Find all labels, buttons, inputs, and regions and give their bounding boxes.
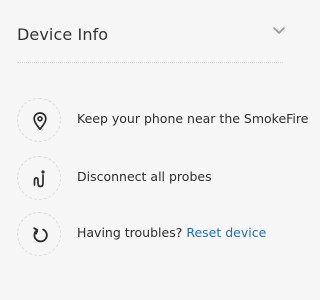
icon-badge [17, 156, 61, 200]
instruction-text: Having troubles? Reset device [77, 225, 266, 240]
chevron-down-icon[interactable] [272, 26, 286, 36]
troubles-label: Having troubles? [77, 225, 183, 240]
device-info-header[interactable]: Device Info [0, 0, 300, 62]
instruction-item-reset: Having troubles? Reset device [17, 212, 287, 258]
reset-device-link[interactable]: Reset device [186, 225, 266, 240]
icon-badge [17, 98, 61, 142]
reset-icon [33, 227, 48, 243]
device-info-title: Device Info [17, 25, 109, 44]
location-pin-icon [33, 112, 47, 130]
instruction-item-proximity: Keep your phone near the SmokeFire [17, 98, 308, 144]
probe-icon [33, 170, 45, 188]
instruction-text: Keep your phone near the SmokeFire [77, 111, 309, 126]
instruction-text: Disconnect all probes [77, 169, 212, 184]
icon-badge [17, 212, 61, 256]
instruction-item-probes: Disconnect all probes [17, 156, 287, 202]
section-divider [17, 62, 283, 63]
